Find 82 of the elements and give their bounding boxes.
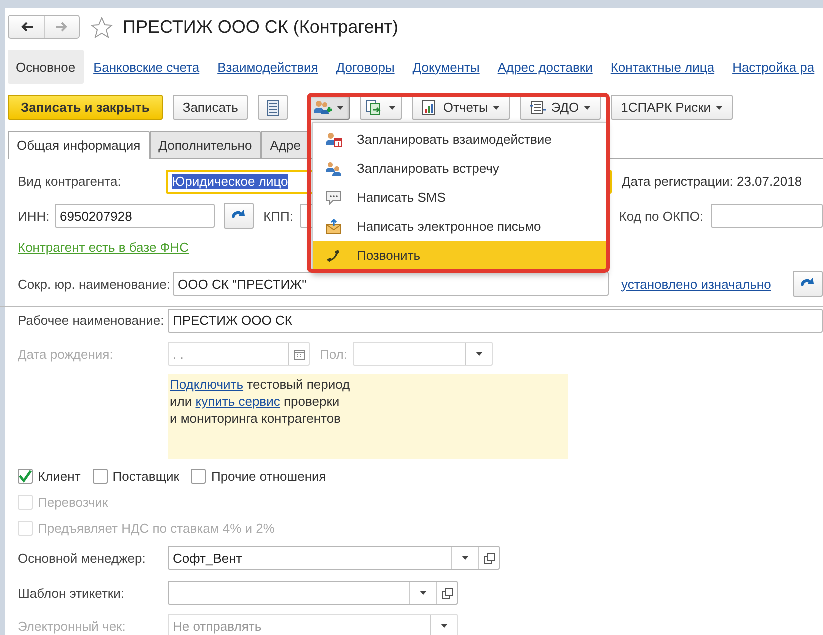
section-link[interactable]: Настройка ра bbox=[724, 50, 823, 84]
caret-icon bbox=[440, 624, 448, 628]
checkbox[interactable] bbox=[191, 468, 206, 484]
notice-link[interactable]: Подключить bbox=[170, 377, 244, 392]
open-window-icon bbox=[484, 552, 494, 564]
fill-button[interactable] bbox=[793, 271, 823, 297]
section-link[interactable]: Основное bbox=[8, 50, 84, 84]
caret-icon bbox=[420, 591, 426, 595]
section-link[interactable]: Документы bbox=[404, 50, 488, 84]
fill-button[interactable] bbox=[224, 203, 254, 229]
dropdown-field[interactable]: Софт_Вент bbox=[168, 546, 500, 570]
save-button[interactable]: Записать bbox=[172, 95, 248, 120]
field-label: Электронный чек: bbox=[18, 618, 127, 634]
field-label: КПП: bbox=[264, 208, 294, 224]
registration-date: Дата регистрации: 23.07.2018 bbox=[622, 174, 802, 189]
menu-item[interactable]: Запланировать взаимодействие bbox=[313, 125, 606, 154]
menu-item[interactable]: Запланировать встречу bbox=[313, 154, 606, 183]
field-label: Код по ОКПО: bbox=[619, 208, 705, 224]
checkbox-label: Поставщик bbox=[112, 468, 180, 484]
field-label: Дата рождения: bbox=[18, 346, 114, 362]
notice-text: Подключить тестовый период bbox=[170, 376, 352, 393]
field-label: Шаблон этикетки: bbox=[18, 586, 126, 600]
caret-icon bbox=[476, 352, 482, 356]
section-link[interactable]: Адрес доставки bbox=[490, 50, 601, 84]
envelope-upload-icon bbox=[326, 218, 342, 234]
tab[interactable]: Дополнительно bbox=[150, 131, 262, 158]
field-label: Рабочее наименование: bbox=[18, 313, 166, 328]
phone-handset-icon bbox=[327, 248, 341, 262]
section-link[interactable]: Контактные лица bbox=[602, 50, 723, 84]
menu-button[interactable]: 1СПАРК Риски bbox=[611, 95, 734, 120]
window-title: ПРЕСТИЖ ООО СК (Контрагент) bbox=[123, 16, 398, 38]
right-arrow-icon bbox=[56, 22, 68, 32]
notice-text: и мониторинга контрагентов bbox=[170, 410, 342, 427]
checkbox[interactable] bbox=[18, 468, 33, 484]
caret-icon bbox=[584, 106, 592, 110]
field-label: Пол: bbox=[320, 346, 348, 362]
checkbox-label: Клиент bbox=[38, 468, 81, 484]
checkbox-label: Прочие отношения bbox=[211, 468, 326, 484]
checkbox-label: Перевозчик bbox=[38, 494, 108, 510]
speech-bubble-icon bbox=[326, 190, 342, 206]
input-field[interactable] bbox=[711, 204, 823, 228]
field-label: Вид контрагента: bbox=[18, 174, 122, 189]
caret-icon bbox=[462, 556, 468, 560]
save-close-button[interactable]: Записать и закрыть bbox=[8, 95, 163, 120]
dropdown-field[interactable] bbox=[168, 581, 458, 605]
open-window-icon bbox=[442, 588, 452, 598]
section-link[interactable]: Банковские счета bbox=[86, 50, 208, 84]
star-icon[interactable] bbox=[91, 16, 113, 38]
menu-item[interactable]: Позвонить bbox=[313, 241, 606, 270]
notice-text: или купить сервис проверки bbox=[170, 393, 341, 410]
documents-exchange-icon bbox=[530, 100, 546, 116]
checkbox-label: Предъявляет НДС по ставкам 4% и 2% bbox=[38, 520, 275, 536]
report-chart-icon bbox=[422, 100, 438, 116]
tab[interactable]: Адре bbox=[261, 131, 310, 158]
menu-item[interactable]: Написать SMS bbox=[313, 183, 606, 212]
people-plus-icon bbox=[314, 100, 332, 116]
caret-icon bbox=[716, 106, 724, 110]
list-icon bbox=[267, 100, 280, 116]
person-calendar-icon bbox=[326, 132, 342, 148]
people-icon bbox=[326, 160, 342, 176]
field-label: Сокр. юр. наименование: bbox=[18, 276, 172, 292]
input-field[interactable]: ПРЕСТИЖ ООО СК bbox=[168, 308, 823, 332]
source-link[interactable]: установлено изначально bbox=[621, 276, 772, 292]
section-link[interactable]: Взаимодействия bbox=[210, 50, 326, 84]
icon-button[interactable] bbox=[258, 95, 288, 120]
field-label: ИНН: bbox=[18, 208, 51, 224]
caret-icon bbox=[493, 106, 500, 110]
caret-icon bbox=[389, 106, 396, 110]
menu-item[interactable]: Написать электронное письмо bbox=[313, 212, 606, 241]
checkbox[interactable] bbox=[92, 468, 108, 484]
section-link[interactable]: Договоры bbox=[328, 50, 403, 84]
input-field[interactable]: ООО СК "ПРЕСТИЖ" bbox=[173, 272, 610, 296]
menu-button[interactable] bbox=[360, 95, 402, 120]
calendar-icon bbox=[294, 348, 304, 360]
field-label: Основной менеджер: bbox=[18, 550, 147, 566]
caret-icon bbox=[337, 106, 344, 110]
tab[interactable]: Общая информация bbox=[8, 131, 150, 159]
left-arrow-icon bbox=[20, 22, 32, 32]
input-field[interactable]: 6950207928 bbox=[55, 204, 215, 228]
notice-link[interactable]: купить сервис bbox=[196, 394, 280, 409]
menu-button[interactable]: Отчеты bbox=[412, 95, 510, 120]
menu-button[interactable]: ЭДО bbox=[520, 95, 602, 120]
